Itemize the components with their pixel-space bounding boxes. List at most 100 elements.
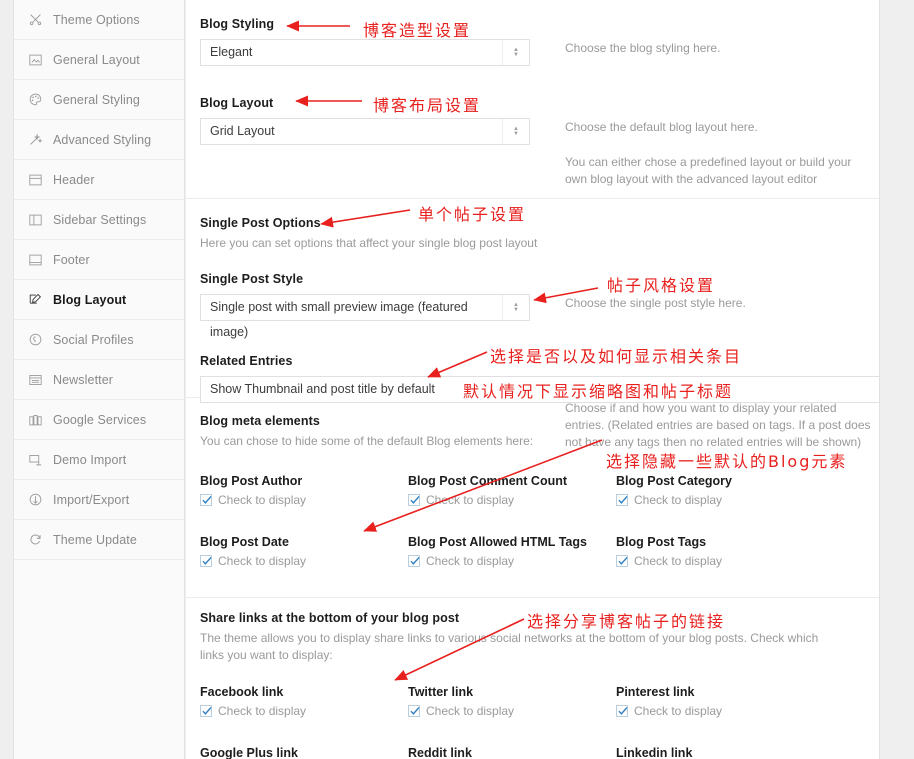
meta-item: Blog Post Category Check to display [616, 474, 856, 507]
share-item: Twitter link Check to display [408, 685, 616, 718]
checkbox[interactable] [616, 494, 628, 506]
sidebar-item-label: Theme Update [53, 532, 137, 547]
books-icon [26, 412, 44, 428]
meta-item-checkbox-row[interactable]: Check to display [408, 493, 616, 507]
sidebar-item-label: Social Profiles [53, 332, 134, 347]
meta-item-checkbox-row[interactable]: Check to display [200, 554, 408, 568]
share-item-checkbox-row[interactable]: Check to display [200, 704, 408, 718]
checkbox[interactable] [616, 705, 628, 717]
meta-elements-heading: Blog meta elements [200, 414, 320, 428]
checkbox[interactable] [616, 555, 628, 567]
import-export-icon [26, 492, 44, 508]
section-blog-meta-elements: Blog meta elements You can chose to hide… [186, 398, 879, 598]
checkbox-label: Check to display [426, 704, 515, 718]
single-post-style-help: Choose the single post style here. [565, 296, 746, 310]
meta-item: Blog Post Comment Count Check to display [408, 474, 616, 507]
field-blog-layout: Blog Layout Grid Layout ▲ ▼ Choose the de… [200, 96, 865, 186]
blog-layout-select[interactable]: Grid Layout [200, 118, 530, 145]
sidebar-item-header[interactable]: Header [14, 160, 184, 200]
checkbox-label: Check to display [634, 704, 723, 718]
sidebar-item-label: Advanced Styling [53, 132, 152, 147]
meta-item-title: Blog Post Author [200, 474, 303, 488]
sidebar-item-google-services[interactable]: Google Services [14, 400, 184, 440]
sidebar-item-label: Import/Export [53, 492, 130, 507]
share-item-title: Google Plus link [200, 746, 298, 759]
sidebar-item-advanced-styling[interactable]: Advanced Styling [14, 120, 184, 160]
sidebar-item-label: General Layout [53, 52, 140, 67]
magic-wand-icon [26, 132, 44, 148]
checkbox[interactable] [408, 494, 420, 506]
single-post-description: Here you can set options that affect you… [200, 236, 538, 250]
sidebar-item-blog-layout[interactable]: Blog Layout [14, 280, 184, 320]
sidebar-item-social-profiles[interactable]: Social Profiles [14, 320, 184, 360]
checkbox[interactable] [200, 555, 212, 567]
checkbox-label: Check to display [634, 554, 723, 568]
sidebar-item-label: General Styling [53, 92, 140, 107]
blog-styling-select-wrap[interactable]: Elegant ▲ ▼ [200, 39, 530, 66]
meta-item-checkbox-row[interactable]: Check to display [408, 554, 616, 568]
checkbox-label: Check to display [218, 493, 307, 507]
blog-layout-help: Choose the default blog layout here. [565, 120, 758, 134]
section-blog-layout: Blog Styling Elegant ▲ ▼ Choose the blog … [186, 0, 879, 199]
checkbox[interactable] [408, 705, 420, 717]
meta-item-title: Blog Post Date [200, 535, 289, 549]
field-blog-styling: Blog Styling Elegant ▲ ▼ Choose the blog … [200, 17, 865, 66]
checkbox[interactable] [200, 705, 212, 717]
single-post-style-label: Single Post Style [200, 272, 304, 286]
share-item-title: Pinterest link [616, 685, 695, 699]
sidebar-item-label: Google Services [53, 412, 147, 427]
share-item-title: Linkedin link [616, 746, 693, 759]
sidebar-item-label: Blog Layout [53, 292, 127, 307]
share-item-checkbox-row[interactable]: Check to display [408, 704, 616, 718]
meta-item-title: Blog Post Comment Count [408, 474, 568, 488]
sidebar-item-label: Theme Options [53, 12, 140, 27]
sidebar-item-theme-update[interactable]: Theme Update [14, 520, 184, 560]
share-item: Linkedin link [616, 746, 856, 759]
blog-layout-label: Blog Layout [200, 96, 274, 110]
refresh-icon [26, 532, 44, 548]
sidebar-item-label: Header [53, 172, 95, 187]
section-single-post-options: Single Post Options Here you can set opt… [186, 199, 880, 449]
meta-item-checkbox-row[interactable]: Check to display [616, 493, 856, 507]
sidebar-item-newsletter[interactable]: Newsletter [14, 360, 184, 400]
blog-styling-select[interactable]: Elegant [200, 39, 530, 66]
meta-elements-description: You can chose to hide some of the defaul… [200, 434, 534, 448]
meta-item: Blog Post Tags Check to display [616, 535, 856, 568]
settings-sidebar: Theme Options General Layout General Sty… [13, 0, 185, 759]
options-panel: Blog Styling Elegant ▲ ▼ Choose the blog … [186, 0, 880, 759]
sidebar-item-general-layout[interactable]: General Layout [14, 40, 184, 80]
meta-item-checkbox-row[interactable]: Check to display [200, 493, 408, 507]
share-item: Google Plus link [200, 746, 408, 759]
sidebar-item-demo-import[interactable]: Demo Import [14, 440, 184, 480]
single-post-heading: Single Post Options [200, 216, 321, 230]
meta-item-checkbox-row[interactable]: Check to display [616, 554, 856, 568]
sidebar-icon [26, 212, 44, 228]
share-item-title: Twitter link [408, 685, 474, 699]
checkbox[interactable] [408, 555, 420, 567]
share-item: Facebook link Check to display [200, 685, 408, 718]
sidebar-item-theme-options[interactable]: Theme Options [14, 0, 184, 40]
demo-import-icon [26, 452, 44, 468]
single-post-style-select[interactable]: Single post with small preview image (fe… [200, 294, 530, 339]
checkbox[interactable] [200, 494, 212, 506]
header-icon [26, 172, 44, 188]
sidebar-item-general-styling[interactable]: General Styling [14, 80, 184, 120]
share-item: Pinterest link Check to display [616, 685, 856, 718]
sidebar-item-import-export[interactable]: Import/Export [14, 480, 184, 520]
sidebar-item-label: Demo Import [53, 452, 127, 467]
sidebar-item-sidebar-settings[interactable]: Sidebar Settings [14, 200, 184, 240]
share-item-title: Facebook link [200, 685, 284, 699]
sidebar-item-label: Footer [53, 252, 90, 267]
single-post-style-select-wrap[interactable]: Single post with small preview image (fe… [200, 294, 530, 339]
blog-layout-help-secondary: You can either chose a predefined layout… [565, 155, 852, 186]
sidebar-item-footer[interactable]: Footer [14, 240, 184, 280]
share-links-description: The theme allows you to display share li… [200, 631, 819, 662]
blog-pencil-icon [26, 292, 44, 308]
meta-item-title: Blog Post Category [616, 474, 732, 488]
blog-layout-select-wrap[interactable]: Grid Layout ▲ ▼ [200, 118, 530, 145]
share-item-checkbox-row[interactable]: Check to display [616, 704, 856, 718]
blog-styling-label: Blog Styling [200, 17, 275, 31]
meta-item-title: Blog Post Allowed HTML Tags [408, 535, 587, 549]
checkbox-label: Check to display [634, 493, 723, 507]
share-item: Reddit link [408, 746, 616, 759]
